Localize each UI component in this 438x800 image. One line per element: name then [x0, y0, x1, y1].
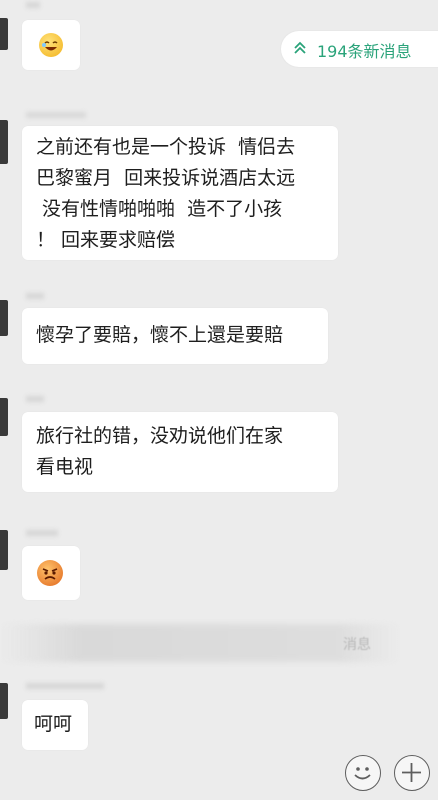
plus-icon [402, 763, 421, 782]
sender-name [26, 683, 104, 689]
angry-face-icon [37, 560, 63, 586]
message-line: 没有性情啪啪啪 造不了小孩 [36, 198, 283, 220]
sender-name [26, 293, 44, 299]
text-message[interactable]: 懷孕了要賠，懷不上還是要賠 [22, 308, 328, 364]
avatar[interactable] [0, 120, 8, 164]
message-line: 巴黎蜜月 回来投诉说酒店太远 [36, 167, 296, 189]
sender-name [26, 112, 86, 118]
blurred-notice-label: 消息 [343, 637, 371, 653]
new-messages-label: 194条新消息 [317, 42, 412, 61]
laughing-face-icon [39, 33, 63, 57]
chevrons-up-icon [293, 39, 307, 61]
text-message[interactable]: 呵呵 [22, 700, 88, 750]
plus-button[interactable] [394, 755, 430, 791]
blurred-notice [0, 624, 400, 662]
sender-name [26, 2, 40, 8]
message-line: 懷孕了要賠，懷不上還是要賠 [36, 324, 284, 346]
message-line: ！ 回来要求赔偿 [36, 229, 176, 251]
emoji-button[interactable] [345, 755, 381, 791]
message-line: 之前还有也是一个投诉 情侣去 [36, 136, 296, 158]
avatar[interactable] [0, 18, 8, 50]
text-message[interactable]: 之前还有也是一个投诉 情侣去 巴黎蜜月 回来投诉说酒店太远 没有性情啪啪啪 造不… [22, 126, 338, 260]
smiley-icon [354, 767, 371, 780]
avatar[interactable] [0, 683, 8, 719]
avatar[interactable] [0, 300, 8, 336]
avatar[interactable] [0, 530, 8, 570]
message-line: 旅行社的错，没劝说他们在家 [36, 425, 284, 447]
sticker-message[interactable] [22, 546, 80, 600]
message-line: 看电视 [36, 456, 94, 478]
sender-name [26, 530, 58, 536]
text-message[interactable]: 旅行社的错，没劝说他们在家 看电视 [22, 412, 338, 492]
sender-name [26, 396, 44, 402]
message-line: 呵呵 [34, 713, 73, 735]
avatar[interactable] [0, 398, 8, 436]
new-messages-button[interactable]: 194条新消息 [281, 31, 438, 67]
sticker-message[interactable] [22, 20, 80, 70]
